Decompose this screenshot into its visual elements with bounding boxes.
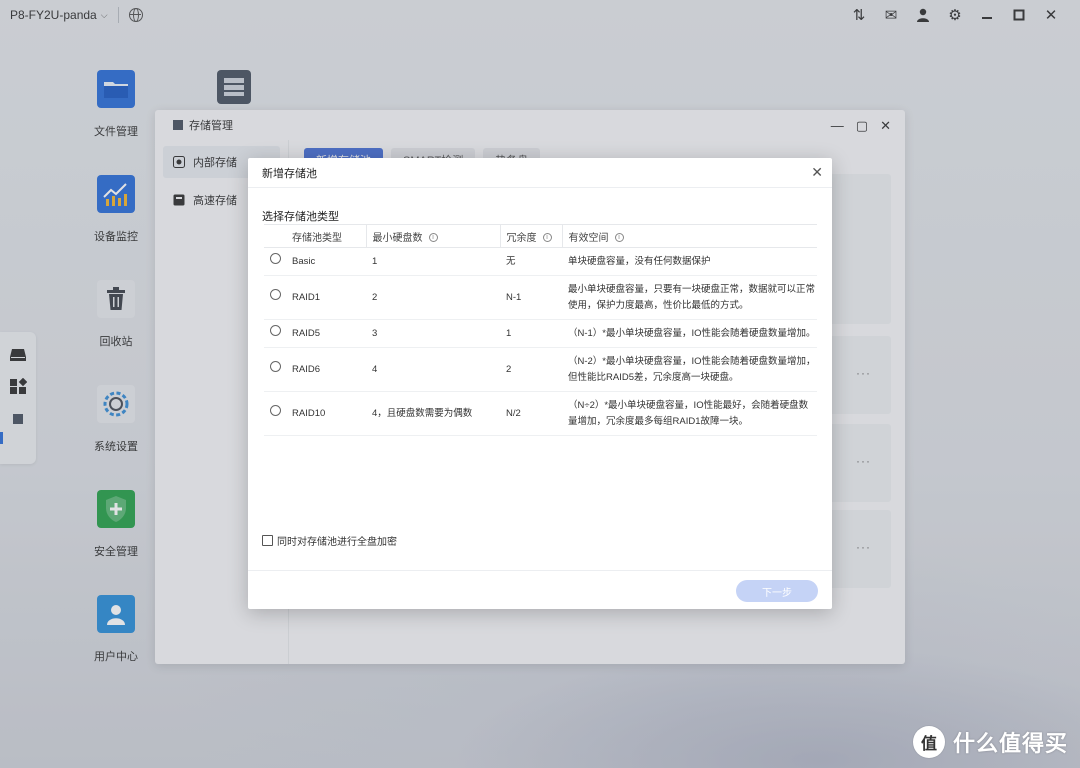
column-header-type: 存储池类型 <box>286 224 366 248</box>
watermark-text: 什么值得买 <box>952 731 1068 756</box>
radio-raid6[interactable] <box>270 361 281 372</box>
pool-type: RAID10 <box>286 391 366 436</box>
effective-space: （N-2）*最小单块硬盘容量，IO性能会随着硬盘数量增加，但性能比RAID5差，… <box>562 347 817 392</box>
column-header-min-disks: 最小硬盘数 i <box>365 224 500 248</box>
pool-type: Basic <box>286 247 366 276</box>
watermark-logo: 值 <box>912 726 945 758</box>
min-disks: 2 <box>366 275 500 320</box>
next-button[interactable]: 下一步 <box>736 580 818 602</box>
min-disks: 3 <box>366 319 500 348</box>
info-icon[interactable]: i <box>542 233 552 243</box>
effective-space: （N-1）*最小单块硬盘容量，IO性能会随着硬盘数量增加。 <box>562 319 817 348</box>
dialog-title: 新增存储池 <box>262 167 317 180</box>
effective-space: 最小单块硬盘容量，只要有一块硬盘正常，数据就可以正常使用，保护力度最高，性价比最… <box>562 275 817 320</box>
info-icon[interactable]: i <box>428 233 438 243</box>
encrypt-label: 同时对存储池进行全盘加密 <box>277 537 397 548</box>
table-row[interactable]: RAID1 2 N-1 最小单块硬盘容量，只要有一块硬盘正常，数据就可以正常使用… <box>264 275 817 320</box>
section-title: 选择存储池类型 <box>262 211 339 223</box>
radio-column-header <box>264 224 286 248</box>
redundancy: N-1 <box>500 275 562 320</box>
column-label: 存储池类型 <box>292 232 342 244</box>
table-row[interactable]: RAID6 4 2 （N-2）*最小单块硬盘容量，IO性能会随着硬盘数量增加，但… <box>264 347 817 392</box>
dialog-header: 新增存储池 <box>248 158 832 188</box>
radio-raid10[interactable] <box>270 405 281 416</box>
radio-basic[interactable] <box>270 253 281 264</box>
column-header-redundancy: 冗余度 i <box>499 224 562 248</box>
pool-type: RAID5 <box>286 319 366 348</box>
min-disks: 1 <box>366 247 500 276</box>
column-label: 最小硬盘数 <box>372 232 423 244</box>
pool-type: RAID6 <box>286 347 366 392</box>
encrypt-option[interactable]: 同时对存储池进行全盘加密 <box>262 533 397 548</box>
column-label: 有效空间 <box>568 232 609 244</box>
column-label: 冗余度 <box>506 232 537 244</box>
effective-space: （N÷2）*最小单块硬盘容量，IO性能最好，会随着硬盘数量增加，冗余度最多每组R… <box>562 391 817 436</box>
new-pool-dialog: 新增存储池 ✕ 选择存储池类型 存储池类型 最小硬盘数 i 冗余度 i 有效空间 i … <box>248 158 832 609</box>
redundancy: 2 <box>500 347 562 392</box>
radio-raid5[interactable] <box>270 325 281 336</box>
min-disks: 4 <box>366 347 500 392</box>
column-header-space: 有效空间 i <box>561 224 817 248</box>
info-icon[interactable]: i <box>614 233 624 243</box>
min-disks: 4，且硬盘数需要为偶数 <box>366 391 500 436</box>
pool-type: RAID1 <box>286 275 366 320</box>
redundancy: N/2 <box>500 391 562 436</box>
encrypt-checkbox[interactable] <box>262 535 273 546</box>
close-icon[interactable]: ✕ <box>811 165 823 179</box>
redundancy: 无 <box>500 247 562 276</box>
table-row[interactable]: Basic 1 无 单块硬盘容量，没有任何数据保护 <box>264 247 817 276</box>
table-row[interactable]: RAID10 4，且硬盘数需要为偶数 N/2 （N÷2）*最小单块硬盘容量，IO… <box>264 391 817 436</box>
table-row[interactable]: RAID5 3 1 （N-1）*最小单块硬盘容量，IO性能会随着硬盘数量增加。 <box>264 319 817 348</box>
pool-type-table: 存储池类型 最小硬盘数 i 冗余度 i 有效空间 i Basic 1 无 单块硬盘容量… <box>264 224 817 436</box>
effective-space: 单块硬盘容量，没有任何数据保护 <box>562 247 817 276</box>
watermark: 值 什么值得买 <box>912 726 1068 758</box>
redundancy: 1 <box>500 319 562 348</box>
radio-raid1[interactable] <box>270 289 281 300</box>
table-header-row: 存储池类型 最小硬盘数 i 冗余度 i 有效空间 i <box>264 224 817 248</box>
dialog-footer-divider <box>248 570 832 571</box>
